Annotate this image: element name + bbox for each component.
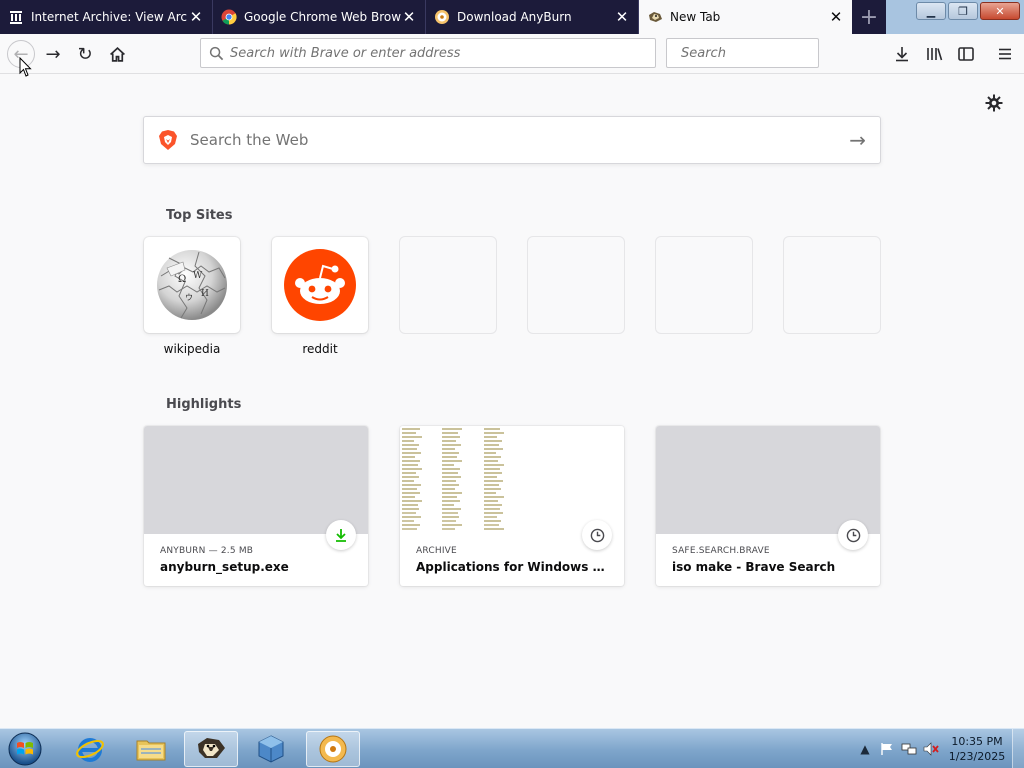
anyburn-disc-icon [435,10,449,24]
nav-toolbar: ← → ↻ [0,34,1024,74]
clock-icon [582,520,612,550]
tab-title: Download AnyBurn [457,10,572,24]
wikipedia-globe-icon: Ω W И ウ [157,250,227,320]
close-tab-icon[interactable]: ✕ [401,9,417,25]
taskbar-anyburn[interactable] [306,731,360,767]
highlight-thumbnail [144,426,368,534]
arrow-right-icon[interactable]: → [849,128,866,152]
document-preview-thumbnail [402,428,504,530]
virtualbox-cube-icon [258,735,284,763]
top-site-label: reddit [302,342,338,356]
web-search-placeholder: Search the Web [190,131,309,149]
search-icon [209,46,224,60]
highlight-source: ARCHIVE [416,546,457,556]
folder-icon [136,740,166,761]
top-site-placeholder[interactable] [784,237,880,333]
hamburger-menu-icon[interactable] [992,41,1018,67]
clock-date: 1/23/2025 [948,750,1006,763]
download-icon [326,520,356,550]
windows-taskbar: ▲ 10:35 PM 1/23/2025 [0,728,1024,768]
start-button[interactable] [4,730,46,768]
highlight-card[interactable]: ANYBURN — 2.5 MB anyburn_setup.exe [144,426,368,586]
close-tab-icon[interactable]: ✕ [614,9,630,25]
highlight-source: SAFE.SEARCH.BRAVE [672,546,770,556]
highlight-card[interactable]: ARCHIVE Applications for Windows XP (ba.… [400,426,624,586]
svg-text:W: W [193,271,203,281]
highlight-title: anyburn_setup.exe [160,560,289,574]
forward-icon[interactable]: → [40,41,66,67]
top-site-label: wikipedia [163,342,221,356]
top-site-placeholder[interactable] [656,237,752,333]
show-hidden-icons[interactable]: ▲ [854,738,876,760]
reload-icon[interactable]: ↻ [72,41,98,67]
maximize-button[interactable]: ❐ [948,2,978,20]
highlight-source: ANYBURN — 2.5 MB [160,546,254,556]
search-bar[interactable] [666,38,849,68]
archive-building-icon [10,11,22,24]
brave-logo-icon [159,130,177,150]
taskbar-brave-browser[interactable] [184,731,238,767]
highlight-card[interactable]: SAFE.SEARCH.BRAVE iso make - Brave Searc… [656,426,880,586]
tab-title: New Tab [670,10,721,24]
window-controls: ▁ ❐ ✕ [916,2,1020,20]
tab-internet-archive[interactable]: Internet Archive: View Archive ✕ [0,0,213,34]
taskbar-virtualbox[interactable] [244,731,298,767]
tab-download-anyburn[interactable]: Download AnyBurn ✕ [426,0,639,34]
tab-title: Internet Archive: View Archive [31,10,188,24]
network-icon[interactable] [898,738,920,760]
highlight-title: Applications for Windows XP (ba... [416,560,612,574]
tab-new-tab[interactable]: New Tab ✕ [639,0,852,34]
internet-explorer-icon [76,738,104,762]
top-site-reddit[interactable] [272,237,368,333]
taskbar-file-explorer[interactable] [124,731,178,767]
downloads-icon[interactable] [889,41,915,67]
gear-icon[interactable] [984,94,1004,114]
tab-title: Google Chrome Web Browser [244,10,401,24]
home-icon[interactable] [104,41,130,67]
top-site-placeholder[interactable] [528,237,624,333]
close-tab-icon[interactable]: ✕ [828,9,844,25]
svg-text:И: И [201,289,209,299]
address-input[interactable] [230,45,655,61]
system-tray: ▲ 10:35 PM 1/23/2025 [854,729,1024,768]
highlight-title: iso make - Brave Search [672,560,836,574]
action-center-flag-icon[interactable] [876,738,898,760]
brave-lion-icon [649,12,662,22]
top-sites-heading: Top Sites [166,208,233,223]
show-desktop-button[interactable] [1012,729,1024,768]
new-tab-button[interactable]: + [852,0,886,34]
clock-icon [838,520,868,550]
anyburn-disc-icon [319,735,347,763]
close-tab-icon[interactable]: ✕ [188,9,204,25]
reddit-alien-icon [284,249,356,321]
brave-lion-icon [198,738,225,758]
tab-google-chrome[interactable]: Google Chrome Web Browser ✕ [213,0,426,34]
windows-orb-icon [8,732,42,766]
highlights-heading: Highlights [166,397,242,412]
search-input[interactable] [681,45,849,61]
mouse-cursor-icon [19,57,32,77]
taskbar-clock[interactable]: 10:35 PM 1/23/2025 [942,734,1012,764]
highlight-thumbnail [656,426,880,534]
library-icon[interactable] [921,41,947,67]
svg-text:ウ: ウ [185,293,193,302]
volume-muted-icon[interactable] [920,738,942,760]
top-site-placeholder[interactable] [400,237,496,333]
svg-text:Ω: Ω [178,274,186,285]
clock-time: 10:35 PM [951,735,1003,748]
address-bar[interactable] [200,38,656,68]
tab-strip: Internet Archive: View Archive ✕ Google … [0,0,1024,34]
top-site-wikipedia[interactable]: Ω W И ウ [144,237,240,333]
taskbar-internet-explorer[interactable] [63,731,117,767]
chrome-icon [221,9,237,25]
sidebar-toggle-icon[interactable] [953,41,979,67]
minimize-button[interactable]: ▁ [916,2,946,20]
web-search-box[interactable]: Search the Web → [143,116,881,164]
highlight-thumbnail [400,426,624,534]
close-window-button[interactable]: ✕ [980,2,1020,20]
